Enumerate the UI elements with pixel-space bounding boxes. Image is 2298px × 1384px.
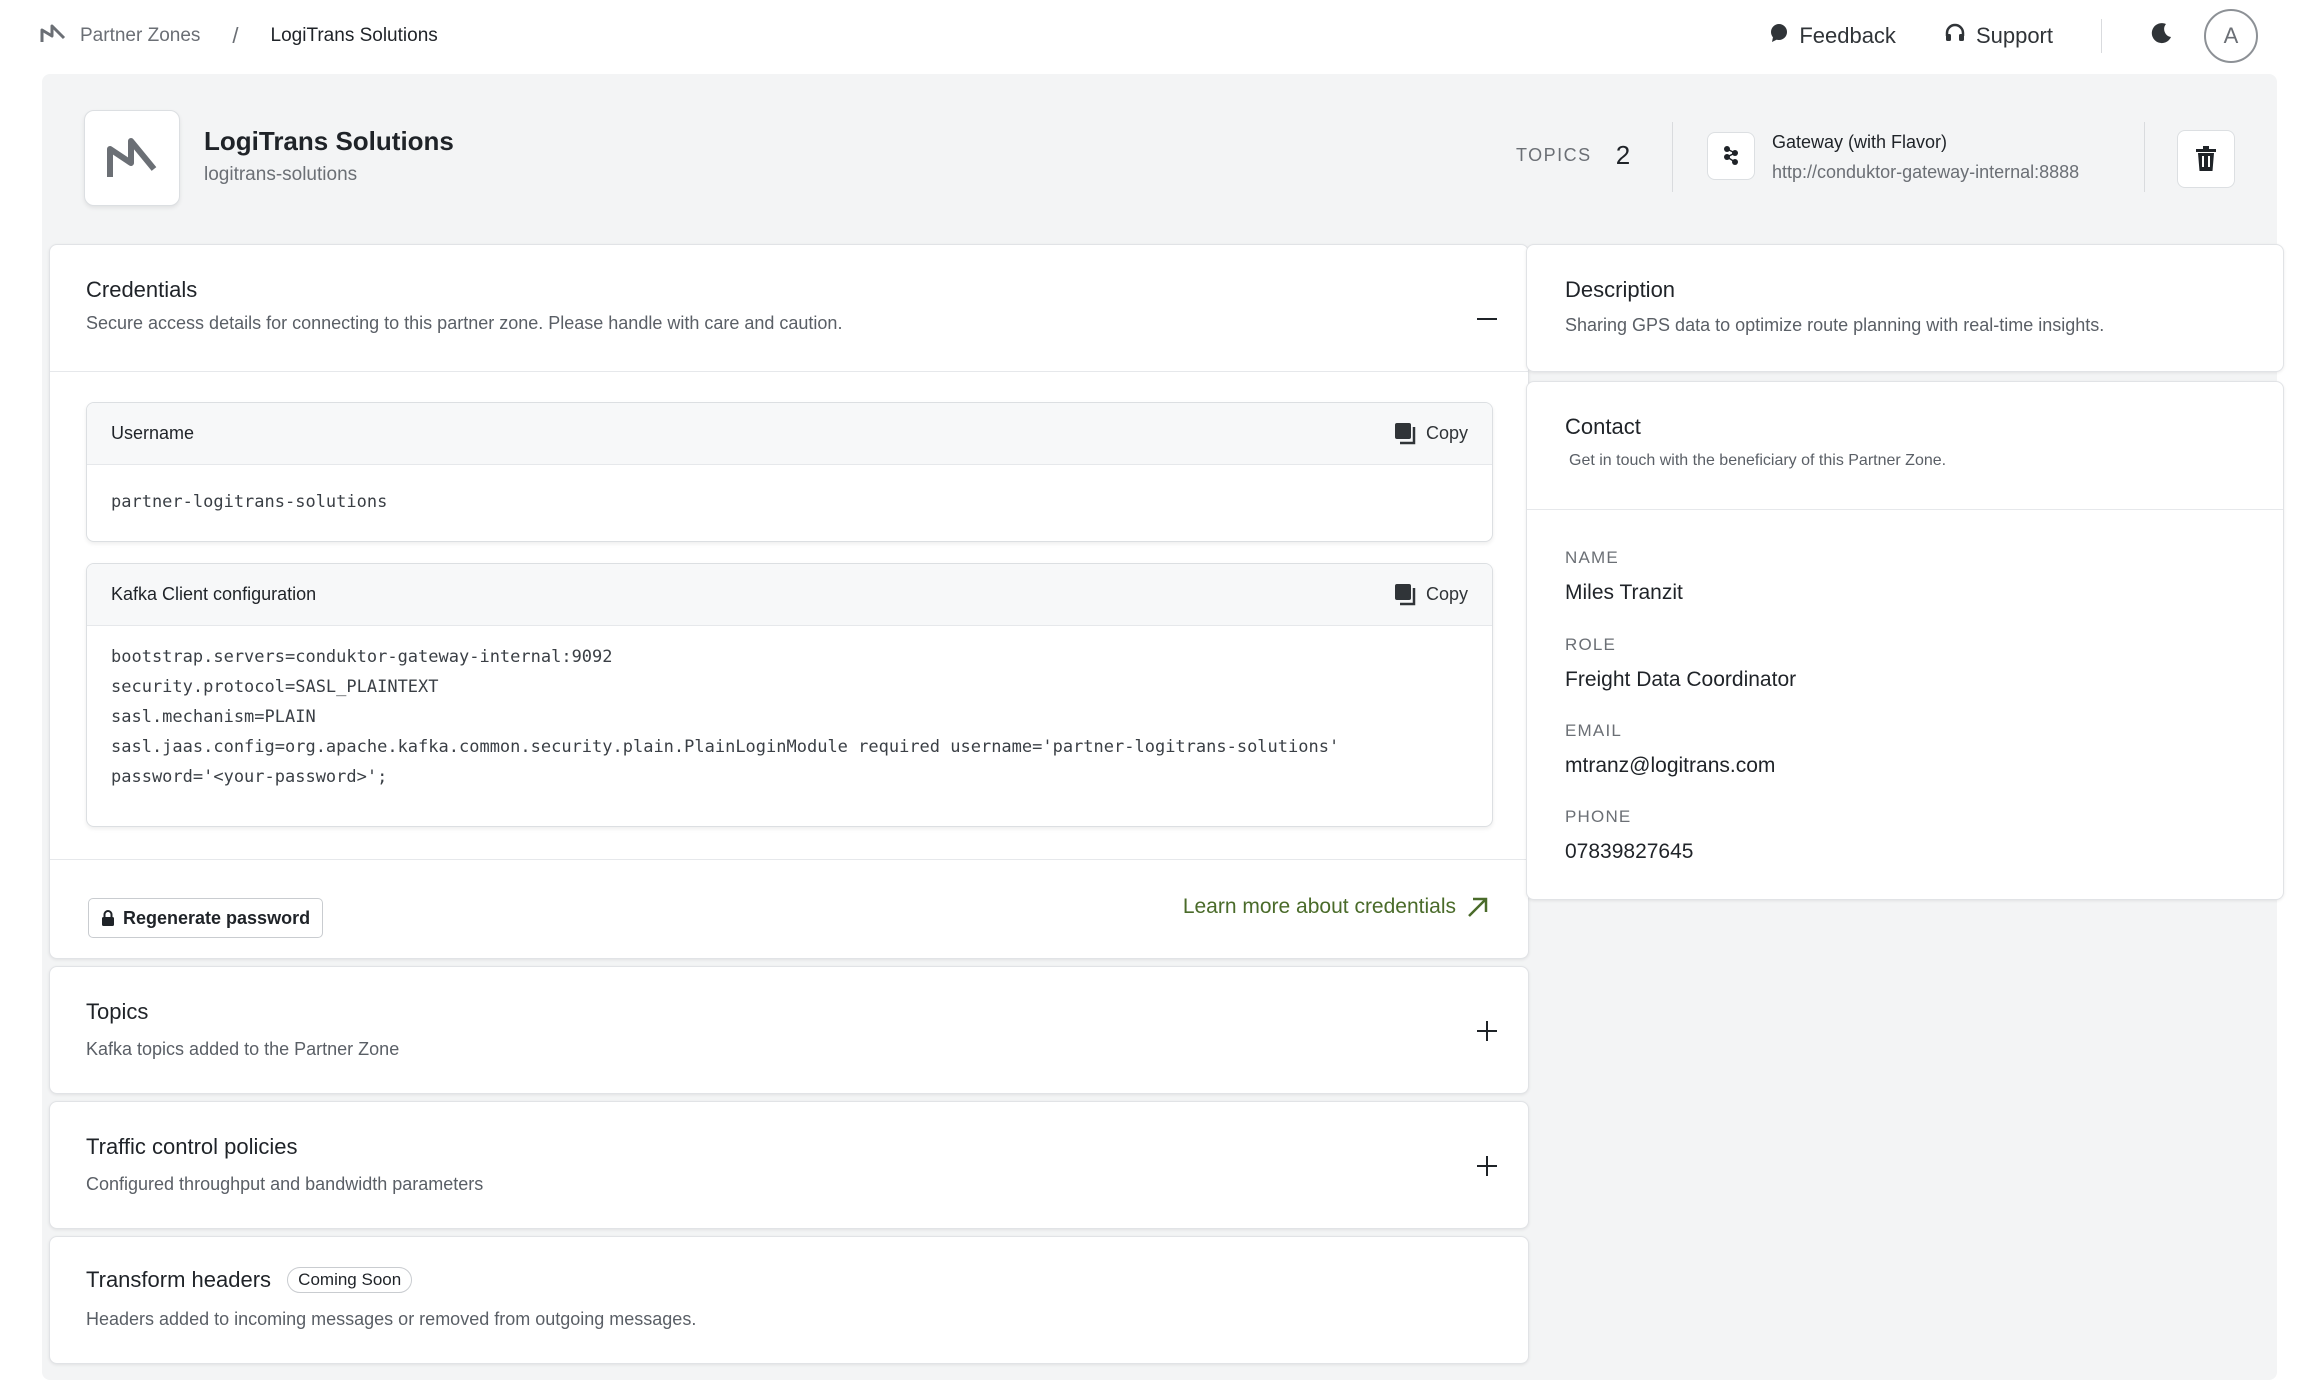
conduktor-logo-icon [107,138,157,177]
username-value: partner-logitrans-solutions [111,492,388,512]
collapse-credentials-button[interactable] [1473,305,1501,333]
credentials-footer-divider [50,859,1528,860]
contact-subtitle: Get in touch with the beneficiary of thi… [1569,452,1947,469]
breadcrumb: Partner Zones / LogiTrans Solutions [40,22,438,50]
topics-title: Topics [86,999,149,1024]
arrow-up-right-icon [1468,897,1488,917]
copy-kafka-config-button[interactable]: Copy [1394,583,1468,607]
top-bar: Partner Zones / LogiTrans Solutions Feed… [0,0,2298,72]
kafka-config-value: bootstrap.servers=conduktor-gateway-inte… [111,647,1340,787]
contact-role-label: ROLE [1565,635,1617,654]
delete-zone-button[interactable] [2177,130,2235,188]
contact-email-value: mtranz@logitrans.com [1565,754,1776,777]
topics-subtitle: Kafka topics added to the Partner Zone [86,1039,400,1059]
copy-label: Copy [1425,423,1468,443]
traffic-control-card: Traffic control policies Configured thro… [49,1101,1529,1229]
copy-label: Copy [1425,584,1468,604]
breadcrumb-partner-zones[interactable]: Partner Zones [80,25,200,47]
transform-subtitle: Headers added to incoming messages or re… [86,1309,697,1329]
username-box: Username Copy partner-logitrans-solution… [86,402,1493,542]
credentials-divider [50,371,1528,372]
zone-title: LogiTrans Solutions [204,126,454,156]
header-divider [1672,122,1673,192]
minus-icon [1477,318,1497,320]
header-divider [2144,122,2145,192]
traffic-subtitle: Configured throughput and bandwidth para… [86,1174,484,1194]
credentials-subtitle: Secure access details for connecting to … [86,313,843,333]
contact-role-value: Freight Data Coordinator [1565,668,1797,691]
contact-divider [1527,509,2283,510]
support-button[interactable]: Support [1944,23,2053,49]
topics-stat: TOPICS 2 [1516,140,1630,171]
gateway-title: Gateway (with Flavor) [1772,132,1948,152]
kafka-config-box: Kafka Client configuration Copy bootstra… [86,563,1493,827]
feedback-button[interactable]: Feedback [1769,23,1896,49]
zone-slug: logitrans-solutions [204,164,358,185]
kafka-config-label: Kafka Client configuration [111,584,317,604]
top-actions: Feedback Support A [1769,9,2258,63]
support-label: Support [1975,23,2053,48]
transform-headers-card: Transform headers Coming Soon Headers ad… [49,1236,1529,1364]
contact-card: Contact Get in touch with the beneficiar… [1526,381,2284,900]
contact-name-value: Miles Tranzit [1565,581,1683,604]
transform-title-row: Transform headers Coming Soon [86,1267,413,1293]
copy-icon [1394,583,1416,605]
feedback-label: Feedback [1799,23,1896,48]
description-text: Sharing GPS data to optimize route plann… [1565,315,2105,335]
plus-icon [1477,1021,1497,1041]
chat-bubble-icon [1769,23,1789,49]
expand-topics-button[interactable] [1473,1017,1501,1045]
contact-phone-label: PHONE [1565,807,1632,826]
kafka-config-header: Kafka Client configuration Copy [87,564,1492,626]
conduktor-logo-icon[interactable] [40,22,66,50]
regenerate-password-button[interactable]: Regenerate password [88,898,324,938]
gateway-icon [1707,132,1755,180]
gateway-url: http://conduktor-gateway-internal:8888 [1772,162,2080,182]
user-avatar[interactable]: A [2204,9,2258,63]
regenerate-label: Regenerate password [123,907,311,928]
dark-mode-toggle[interactable] [2150,21,2174,51]
coming-soon-badge: Coming Soon [287,1267,413,1293]
learn-more-credentials-link[interactable]: Learn more about credentials [1183,895,1490,919]
contact-title: Contact [1565,414,1641,439]
username-label: Username [111,423,195,443]
breadcrumb-separator: / [232,23,239,48]
breadcrumb-current: LogiTrans Solutions [270,25,438,46]
credentials-title: Credentials [86,277,198,302]
description-card: Description Sharing GPS data to optimize… [1526,244,2284,372]
traffic-title: Traffic control policies [86,1134,298,1159]
partner-zone-header: LogiTrans Solutions logitrans-solutions … [42,74,2277,244]
contact-name-label: NAME [1565,548,1619,567]
topics-stat-label: TOPICS [1516,145,1592,165]
expand-traffic-button[interactable] [1473,1152,1501,1180]
moon-icon [2150,21,2174,51]
contact-phone-value: 07839827645 [1565,840,1694,863]
credentials-card: Credentials Secure access details for co… [49,244,1529,959]
plus-icon [1477,1156,1497,1176]
trash-icon [2196,146,2216,171]
contact-email-label: EMAIL [1565,721,1623,740]
username-box-header: Username Copy [87,403,1492,465]
topics-card: Topics Kafka topics added to the Partner… [49,966,1529,1094]
lock-icon [102,910,114,926]
copy-icon [1394,422,1416,444]
transform-title: Transform headers [86,1267,272,1292]
partner-zone-logo [84,110,180,206]
headset-icon [1944,23,1966,49]
topics-stat-count: 2 [1615,140,1631,170]
copy-username-button[interactable]: Copy [1394,422,1468,446]
topbar-divider [2101,19,2102,53]
description-title: Description [1565,277,1676,302]
learn-more-label: Learn more about credentials [1182,895,1456,918]
